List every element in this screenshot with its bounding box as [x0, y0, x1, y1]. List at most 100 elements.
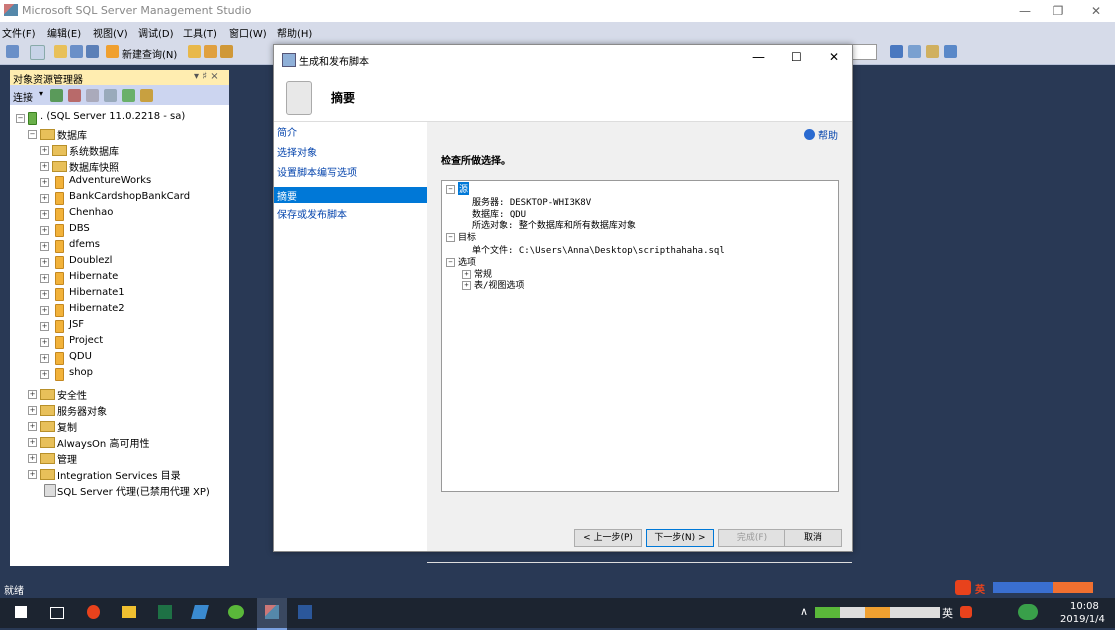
tree-item-management[interactable]: 管理 [57, 451, 77, 466]
expand-icon[interactable]: + [28, 470, 37, 479]
tray-app-icon[interactable] [1018, 604, 1038, 620]
summary-tree[interactable]: − 源 服务器: DESKTOP-WHI3K8V 数据库: QDU 所选对象: … [441, 180, 839, 492]
expand-icon[interactable]: + [40, 370, 49, 379]
expand-icon[interactable]: + [40, 306, 49, 315]
tree-item-dfems[interactable]: dfems [69, 239, 100, 250]
tree-node-single-file[interactable]: 单个文件: C:\Users\Anna\Desktop\scripthahaha… [472, 243, 725, 256]
show-hidden-icons-icon[interactable]: ∧ [800, 605, 808, 618]
file-explorer-icon[interactable] [122, 606, 136, 618]
expand-icon[interactable]: + [28, 454, 37, 463]
start-icon[interactable] [15, 606, 27, 618]
close-icon[interactable]: ✕ [1083, 2, 1109, 20]
tree-item-hibernate2[interactable]: Hibernate2 [69, 303, 125, 314]
help-link[interactable]: 帮助 [818, 127, 838, 142]
window-layout-icon[interactable] [944, 45, 957, 58]
save-icon[interactable] [70, 45, 83, 58]
expand-icon[interactable]: + [28, 422, 37, 431]
task-view-icon[interactable] [50, 607, 64, 619]
tree-item-server-objects[interactable]: 服务器对象 [57, 403, 107, 418]
new-file-icon[interactable] [30, 45, 45, 60]
help-icon[interactable] [804, 129, 815, 140]
toolbox-icon[interactable] [926, 45, 939, 58]
browser-icon[interactable] [87, 605, 100, 619]
ssms-taskbar-button[interactable] [257, 598, 287, 630]
tree-item-alwayson[interactable]: AlwaysOn 高可用性 [57, 435, 149, 450]
tree-item-dbs[interactable]: DBS [69, 223, 90, 234]
mdx-query-icon[interactable] [220, 45, 233, 58]
tree-item-jsf[interactable]: JSF [69, 319, 84, 330]
nav-item-choose-objects[interactable]: 选择对象 [277, 147, 317, 161]
expand-icon[interactable]: + [40, 210, 49, 219]
server-node[interactable]: . (SQL Server 11.0.2218 - sa) [40, 111, 185, 122]
dialog-maximize-icon[interactable]: ☐ [791, 50, 802, 64]
connect-dropdown-icon[interactable]: ▾ [39, 89, 43, 98]
properties-icon[interactable] [908, 45, 921, 58]
dialog-close-icon[interactable]: ✕ [829, 50, 839, 64]
menu-debug[interactable]: 调试(D) [138, 25, 174, 40]
ime-toolbar-icons[interactable] [993, 582, 1093, 593]
nav-item-scripting-options[interactable]: 设置脚本编写选项 [277, 167, 357, 181]
wechat-icon[interactable] [228, 605, 244, 619]
disconnect-icon[interactable] [68, 89, 81, 102]
filter-icon[interactable] [104, 89, 117, 102]
menu-edit[interactable]: 编辑(E) [47, 25, 81, 40]
databases-expand-icon[interactable]: − [28, 130, 37, 139]
solution-explorer-icon[interactable] [890, 45, 903, 58]
tree-item-chenhao[interactable]: Chenhao [69, 207, 113, 218]
dialog-minimize-icon[interactable]: — [752, 50, 765, 65]
sogou-ime-icon[interactable] [955, 580, 971, 595]
expand-icon[interactable]: + [40, 322, 49, 331]
expand-icon[interactable]: + [40, 258, 49, 267]
connect-button[interactable]: 连接 [13, 89, 33, 104]
word-icon[interactable] [298, 605, 312, 619]
expand-icon[interactable]: + [40, 274, 49, 283]
tree-item-bankcardshop[interactable]: BankCardshopBankCard [69, 191, 190, 202]
target-collapse-icon[interactable]: − [446, 233, 455, 242]
databases-node[interactable]: 数据库 [57, 127, 87, 142]
open-file-icon[interactable] [54, 45, 67, 58]
nav-item-summary-selected[interactable]: 摘要 [274, 187, 427, 203]
expand-icon[interactable]: + [28, 390, 37, 399]
analysis-query-icon[interactable] [204, 45, 217, 58]
tray-sogou-icon[interactable] [960, 606, 972, 618]
expand-icon[interactable]: + [40, 162, 49, 171]
expand-icon[interactable]: + [40, 226, 49, 235]
tree-item-security[interactable]: 安全性 [57, 387, 87, 402]
menu-view[interactable]: 视图(V) [93, 25, 128, 40]
tree-item-doublezl[interactable]: Doublezl [69, 255, 112, 266]
tree-item-replication[interactable]: 复制 [57, 419, 77, 434]
activity-monitor-icon[interactable] [140, 89, 153, 102]
tree-item-db-snapshots[interactable]: 数据库快照 [69, 159, 119, 174]
menu-window[interactable]: 窗口(W) [229, 25, 267, 40]
minimize-icon[interactable]: — [1012, 2, 1038, 20]
expand-icon[interactable]: + [40, 178, 49, 187]
excel-icon[interactable] [158, 605, 172, 619]
stop-icon[interactable] [86, 89, 99, 102]
db-engine-query-icon[interactable] [188, 45, 201, 58]
menu-file[interactable]: 文件(F) [2, 25, 36, 40]
table-view-expand-icon[interactable]: + [462, 281, 471, 290]
tray-icons[interactable] [815, 607, 940, 618]
refresh-icon[interactable] [122, 89, 135, 102]
tree-item-sql-agent[interactable]: SQL Server 代理(已禁用代理 XP) [57, 483, 210, 498]
expand-icon[interactable]: + [40, 242, 49, 251]
nav-item-intro[interactable]: 简介 [277, 127, 297, 141]
expand-icon[interactable]: + [40, 194, 49, 203]
menu-tools[interactable]: 工具(T) [183, 25, 217, 40]
tree-item-qdu[interactable]: QDU [69, 351, 92, 362]
previous-button[interactable]: < 上一步(P) [574, 529, 642, 547]
options-collapse-icon[interactable]: − [446, 258, 455, 267]
solution-config-dropdown[interactable] [851, 44, 877, 60]
tree-item-integration-services[interactable]: Integration Services 目录 [57, 467, 181, 482]
expand-icon[interactable]: + [40, 338, 49, 347]
tree-node-source[interactable]: 源 [458, 182, 470, 195]
new-query-icon[interactable] [106, 45, 119, 58]
new-query-button[interactable]: 新建查询(N) [122, 46, 177, 61]
connect-server-icon[interactable] [50, 89, 63, 102]
expand-icon[interactable]: + [28, 406, 37, 415]
server-expand-icon[interactable]: − [16, 114, 25, 123]
tree-item-shop[interactable]: shop [69, 367, 93, 378]
save-all-icon[interactable] [86, 45, 99, 58]
tree-item-project[interactable]: Project [69, 335, 103, 346]
finish-button[interactable]: 完成(F) [718, 529, 786, 547]
